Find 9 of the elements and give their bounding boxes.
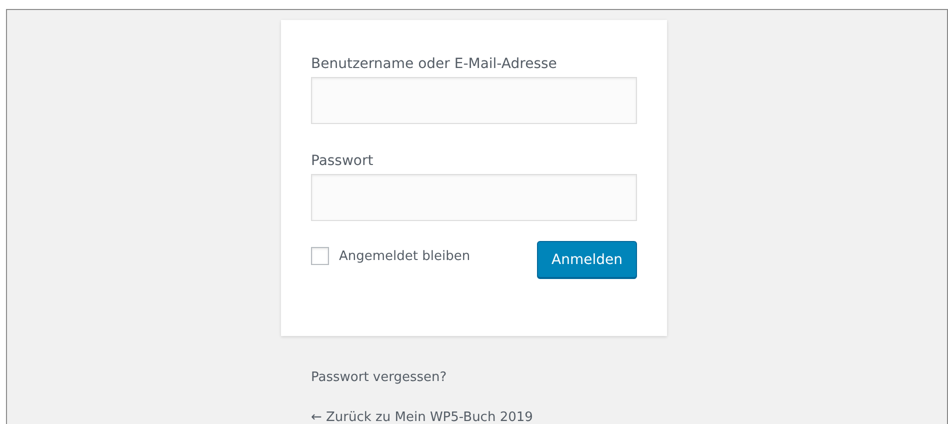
login-button[interactable]: Anmelden (537, 241, 637, 278)
input-field[interactable] (311, 174, 637, 221)
text-link[interactable]: ← Zurück zu Mein WP5-Buch 2019 (311, 410, 947, 424)
checkbox-label: Angemeldet bleiben (339, 248, 470, 264)
field-label: Benutzername oder E-Mail-Adresse (311, 56, 558, 72)
checkbox[interactable] (311, 247, 329, 265)
input-field[interactable] (311, 77, 637, 124)
field-label: Passwort (311, 153, 374, 169)
text-link[interactable]: Passwort vergessen? (311, 370, 947, 385)
